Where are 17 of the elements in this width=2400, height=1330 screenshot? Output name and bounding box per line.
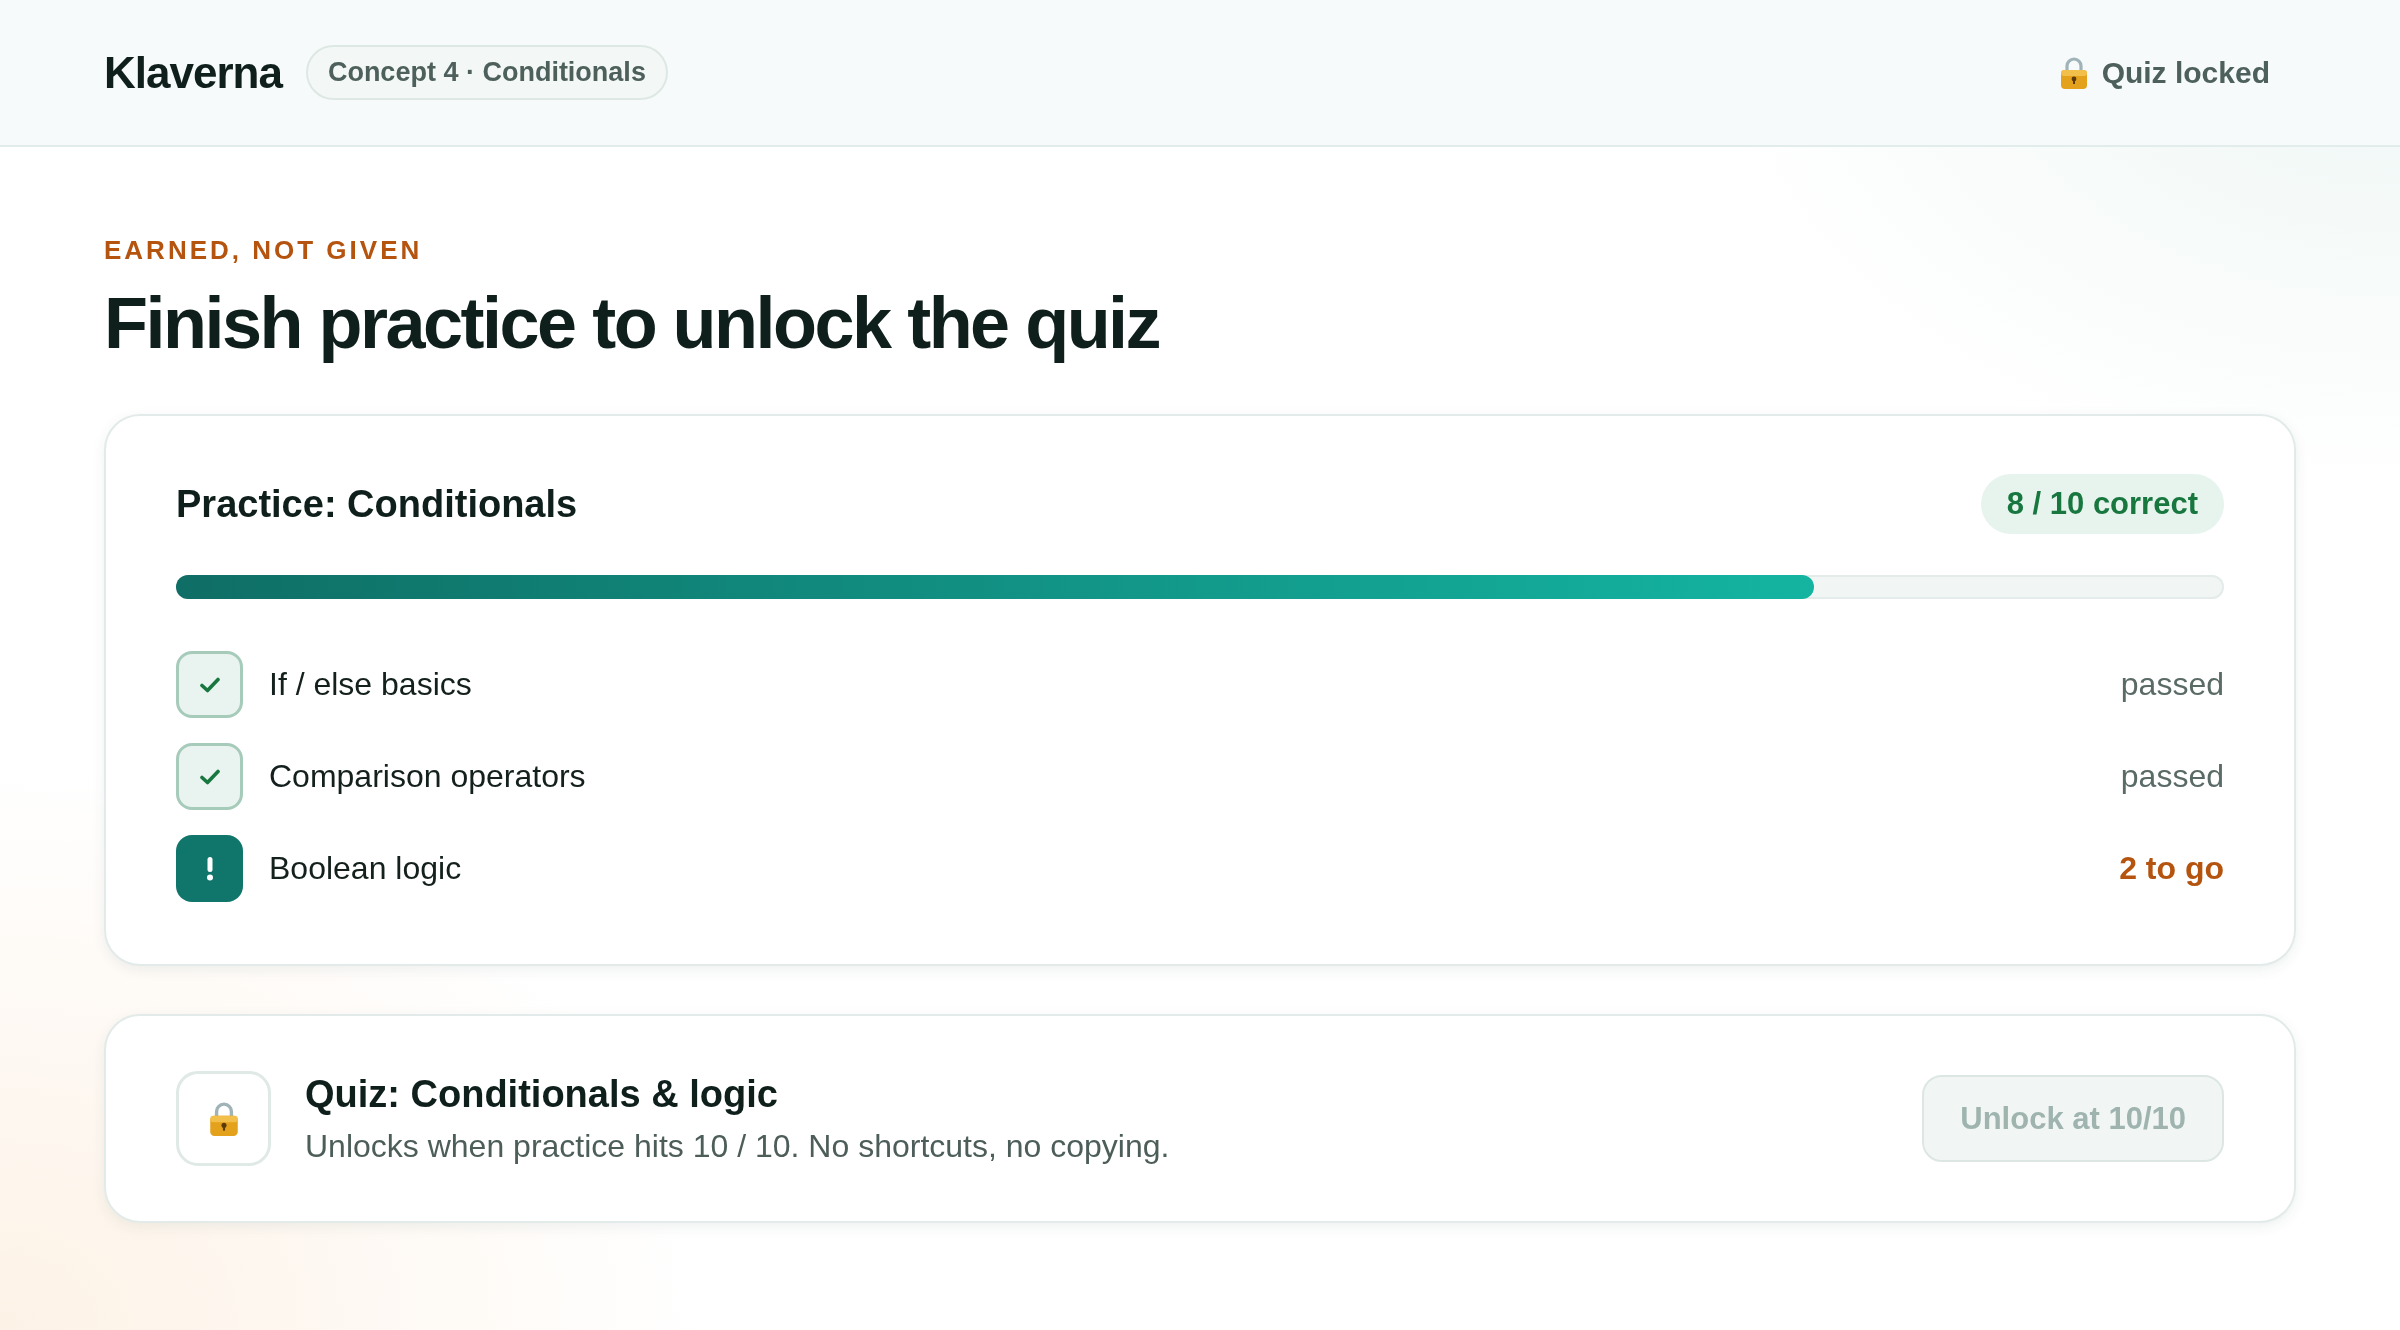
topic-label: If / else basics xyxy=(269,666,472,704)
lock-icon xyxy=(2059,55,2088,90)
lock-icon xyxy=(176,1071,271,1167)
concept-chip: Concept 4 · Conditionals xyxy=(305,45,668,100)
eyebrow-label: EARNED, NOT GIVEN xyxy=(104,235,423,266)
brand-logo: Klaverna xyxy=(104,47,282,98)
quiz-title: Quiz: Conditionals & logic xyxy=(305,1072,778,1116)
page-title: Finish practice to unlock the quiz xyxy=(104,284,1160,364)
quiz-status: Quiz locked xyxy=(2101,55,2270,90)
quiz-description: Unlocks when practice hits 10 / 10. No shortcuts, no copying. xyxy=(305,1127,1170,1165)
topic-label: Comparison operators xyxy=(269,758,586,796)
practice-title: Practice: Conditionals xyxy=(176,482,578,526)
score-pill: 8 / 10 correct xyxy=(1980,474,2224,535)
topic-status: passed xyxy=(2120,758,2224,796)
topic-status: 2 to go xyxy=(2119,850,2224,888)
topic-label: Boolean logic xyxy=(269,850,462,888)
topic-status: passed xyxy=(2120,666,2224,704)
